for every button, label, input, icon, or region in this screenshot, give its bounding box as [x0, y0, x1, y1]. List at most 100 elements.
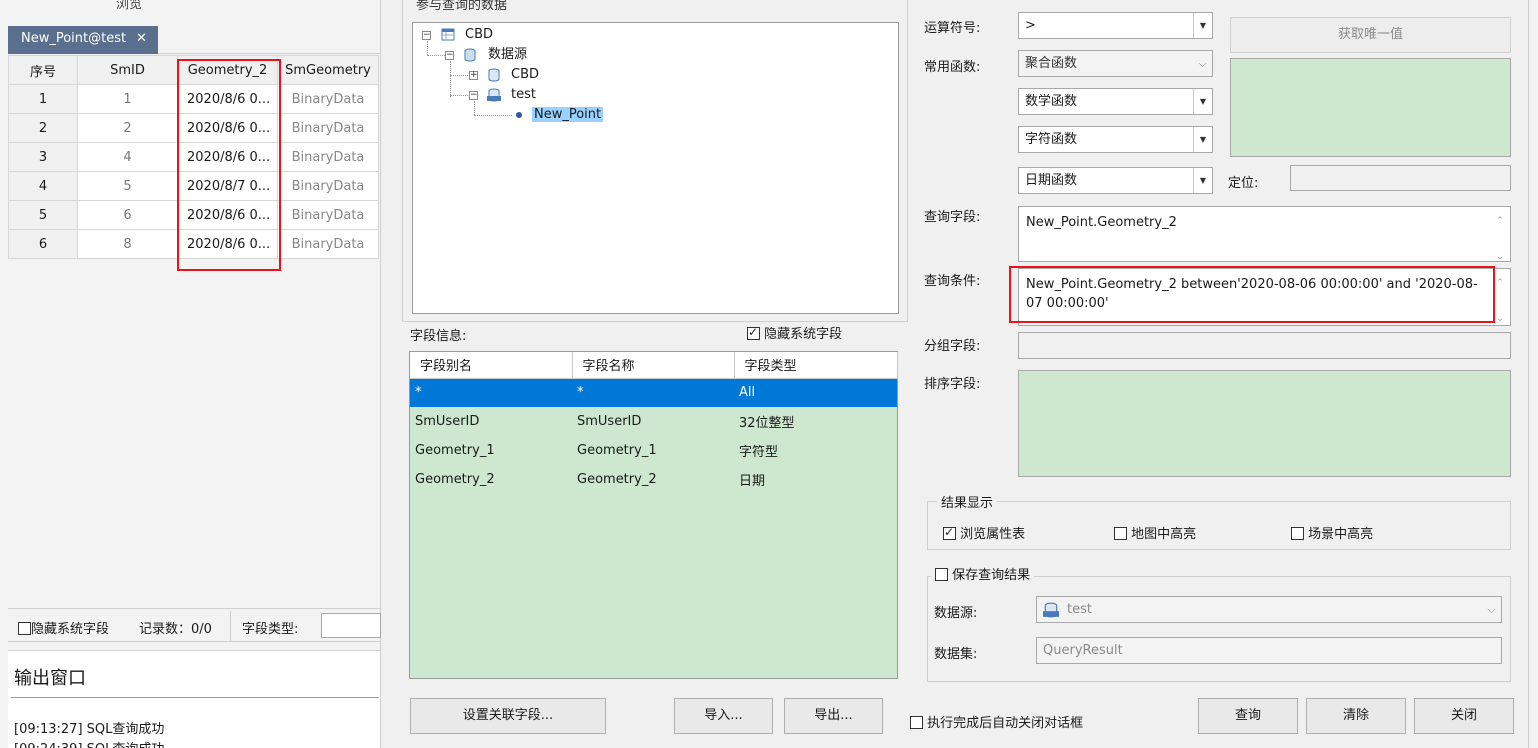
output-log[interactable]: [09:13:27] SQL查询成功 [09:24:39] SQL查询成功: [11, 697, 379, 748]
cell-smgeometry[interactable]: BinaryData: [277, 200, 379, 230]
row-index: 4: [8, 171, 78, 201]
checkbox-icon[interactable]: [1291, 527, 1304, 540]
close-button[interactable]: 关闭: [1414, 698, 1514, 734]
checkbox-icon[interactable]: [910, 716, 923, 729]
field-row[interactable]: Geometry_2 Geometry_2 日期: [410, 465, 897, 494]
result-display-title: 结果显示: [937, 492, 998, 511]
datasource-label: 数据源:: [934, 606, 978, 621]
column-header-smgeometry[interactable]: SmGeometry: [277, 55, 379, 85]
hide-system-fields-checkbox[interactable]: 隐藏系统字段: [18, 618, 109, 637]
point-dataset-icon: [516, 112, 522, 118]
database-icon: [488, 68, 500, 82]
cell-smgeometry[interactable]: BinaryData: [277, 84, 379, 114]
export-button[interactable]: 导出...: [784, 698, 883, 734]
cell-smgeometry[interactable]: BinaryData: [277, 113, 379, 143]
field-alias: *: [410, 378, 572, 407]
table-status-bar: 隐藏系统字段 记录数：0/0 字段类型:: [8, 608, 381, 642]
expand-icon[interactable]: +: [469, 71, 478, 80]
column-header-type[interactable]: 字段类型: [734, 352, 898, 379]
chevron-down-icon[interactable]: ▼: [1193, 127, 1212, 152]
field-row[interactable]: * * All: [410, 378, 897, 407]
tab-new-point[interactable]: New_Point@test ✕: [8, 26, 158, 54]
datasource-value: test: [1067, 602, 1092, 617]
column-header-alias[interactable]: 字段别名: [410, 352, 573, 379]
output-window-title: 输出窗口: [14, 668, 86, 689]
cell-smid[interactable]: 2: [77, 113, 178, 143]
query-button[interactable]: 查询: [1198, 698, 1298, 734]
row-index: 5: [8, 200, 78, 230]
field-name: Geometry_1: [577, 443, 657, 458]
cell-smgeometry[interactable]: BinaryData: [277, 142, 379, 172]
tree-node-dataset-new-point[interactable]: New_Point: [532, 106, 604, 124]
datasource-select[interactable]: test ⌵: [1036, 596, 1502, 623]
save-result-checkbox[interactable]: 保存查询结果: [931, 564, 1035, 583]
set-join-fields-button[interactable]: 设置关联字段...: [410, 698, 606, 734]
checkbox-icon[interactable]: [1114, 527, 1127, 540]
checkbox-icon[interactable]: [18, 622, 31, 635]
field-type-label: 字段类型:: [242, 622, 299, 637]
query-field-input[interactable]: New_Point.Geometry_2 ⌃ ⌄: [1018, 206, 1511, 262]
tree-node-selected-label: New_Point: [532, 107, 604, 122]
checkbox-checked-icon[interactable]: [747, 325, 760, 340]
get-unique-values-button[interactable]: 获取唯一值: [1230, 17, 1511, 53]
unique-values-list[interactable]: [1230, 58, 1511, 157]
cell-smgeometry[interactable]: BinaryData: [277, 229, 379, 259]
map-highlight-label: 地图中高亮: [1131, 527, 1197, 542]
field-row[interactable]: SmUserID SmUserID 32位整型: [410, 407, 897, 436]
chevron-down-icon[interactable]: ▼: [1193, 13, 1212, 38]
log-line: [09:13:27] SQL查询成功: [14, 722, 165, 737]
tree-node-workspace[interactable]: CBD: [465, 26, 493, 44]
collapse-icon[interactable]: −: [445, 51, 454, 60]
cell-smid[interactable]: 8: [77, 229, 178, 259]
column-header-name[interactable]: 字段名称: [572, 352, 735, 379]
field-type-select[interactable]: [321, 613, 381, 638]
group-field-input[interactable]: [1018, 332, 1511, 359]
hide-system-fields-toggle[interactable]: 隐藏系统字段: [747, 323, 842, 342]
dataset-label: 数据集:: [934, 647, 978, 662]
cell-smid[interactable]: 6: [77, 200, 178, 230]
tree-node-datasource-cbd[interactable]: CBD: [511, 66, 539, 84]
chevron-down-icon[interactable]: ▼: [1193, 89, 1212, 114]
clear-button[interactable]: 清除: [1306, 698, 1406, 734]
date-function-select[interactable]: 日期函数 ▼: [1018, 167, 1213, 194]
scene-highlight-checkbox[interactable]: 场景中高亮: [1291, 523, 1373, 542]
math-function-select[interactable]: 数学函数 ▼: [1018, 88, 1213, 115]
field-type: 32位整型: [739, 416, 795, 431]
map-highlight-checkbox[interactable]: 地图中高亮: [1114, 523, 1196, 542]
tree-node-datasource-test[interactable]: test: [511, 86, 536, 104]
column-header-smid[interactable]: SmID: [77, 55, 178, 85]
collapse-icon[interactable]: −: [469, 91, 478, 100]
field-type: 日期: [739, 474, 766, 489]
import-button[interactable]: 导入...: [674, 698, 773, 734]
string-function-select[interactable]: 字符函数 ▼: [1018, 126, 1213, 153]
aggregate-function-select[interactable]: 聚合函数 ⌵: [1018, 50, 1213, 77]
scrollbar[interactable]: ⌃ ⌄: [1491, 208, 1509, 262]
cell-smid[interactable]: 4: [77, 142, 178, 172]
collapse-icon[interactable]: −: [422, 31, 431, 40]
datasource-tree[interactable]: − CBD − 数据源 + CBD − test New_Point: [412, 22, 899, 314]
browse-attribute-table-checkbox[interactable]: 浏览属性表: [943, 523, 1025, 542]
sort-field-list[interactable]: [1018, 370, 1511, 477]
chevron-down-icon[interactable]: ▼: [1193, 168, 1212, 193]
chevron-down-icon[interactable]: ⌵: [1193, 51, 1212, 76]
cell-smgeometry[interactable]: BinaryData: [277, 171, 379, 201]
auto-close-checkbox[interactable]: 执行完成后自动关闭对话框: [910, 712, 1083, 731]
operator-select[interactable]: > ▼: [1018, 12, 1213, 39]
dataset-name-input[interactable]: QueryResult: [1036, 637, 1502, 664]
browse-attribute-table-label: 浏览属性表: [960, 527, 1026, 542]
field-list-table[interactable]: 字段别名 字段名称 字段类型 * * All SmUserID SmUserID 32位…: [410, 352, 898, 494]
locate-input[interactable]: [1290, 165, 1511, 191]
close-icon[interactable]: ✕: [136, 26, 147, 52]
operator-value: >: [1025, 18, 1036, 33]
cell-smid[interactable]: 5: [77, 171, 178, 201]
checkbox-checked-icon[interactable]: [943, 525, 956, 540]
scene-highlight-label: 场景中高亮: [1308, 527, 1374, 542]
tree-node-datasources[interactable]: 数据源: [488, 46, 527, 64]
checkbox-icon[interactable]: [935, 568, 948, 581]
chevron-down-icon[interactable]: ⌵: [1482, 597, 1501, 622]
window-edge-panel: [1528, 0, 1538, 748]
column-header-index[interactable]: 序号: [8, 55, 78, 85]
hide-system-fields-label: 隐藏系统字段: [31, 622, 110, 637]
cell-smid[interactable]: 1: [77, 84, 178, 114]
field-row[interactable]: Geometry_1 Geometry_1 字符型: [410, 436, 897, 465]
